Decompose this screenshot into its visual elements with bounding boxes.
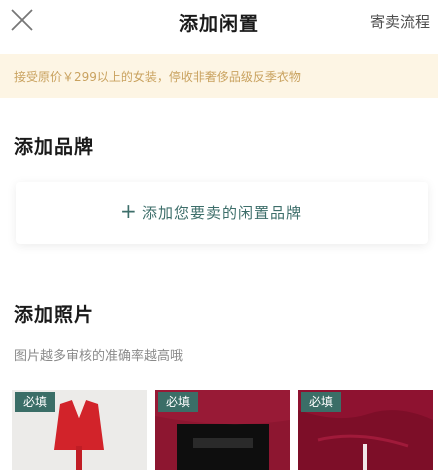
brand-section-title: 添加品牌 xyxy=(14,136,95,158)
add-brand-label: 添加您要卖的闲置品牌 xyxy=(142,204,303,222)
plus-icon: + xyxy=(120,199,137,223)
consignment-process-link[interactable]: 寄卖流程 xyxy=(370,11,430,32)
notice-banner: 接受原价￥299以上的女装，停收非奢侈品级反季衣物 xyxy=(0,54,438,98)
top-bar: 添加闲置 寄卖流程 xyxy=(0,0,438,46)
add-brand-button[interactable]: + 添加您要卖的闲置品牌 xyxy=(16,182,428,244)
photo-section-title: 添加照片 xyxy=(14,304,95,326)
photo-slot[interactable]: 必填 xyxy=(298,390,433,470)
photo-slots: 必填 必填 必填 xyxy=(12,390,438,470)
photo-slot[interactable]: 必填 xyxy=(12,390,147,470)
photo-slot[interactable]: 必填 xyxy=(155,390,290,470)
photo-hint: 图片越多审核的准确率越高哦 xyxy=(14,349,184,364)
required-badge: 必填 xyxy=(301,392,341,412)
required-badge: 必填 xyxy=(158,392,198,412)
required-badge: 必填 xyxy=(15,392,55,412)
notice-text: 接受原价￥299以上的女装，停收非奢侈品级反季衣物 xyxy=(14,70,301,84)
